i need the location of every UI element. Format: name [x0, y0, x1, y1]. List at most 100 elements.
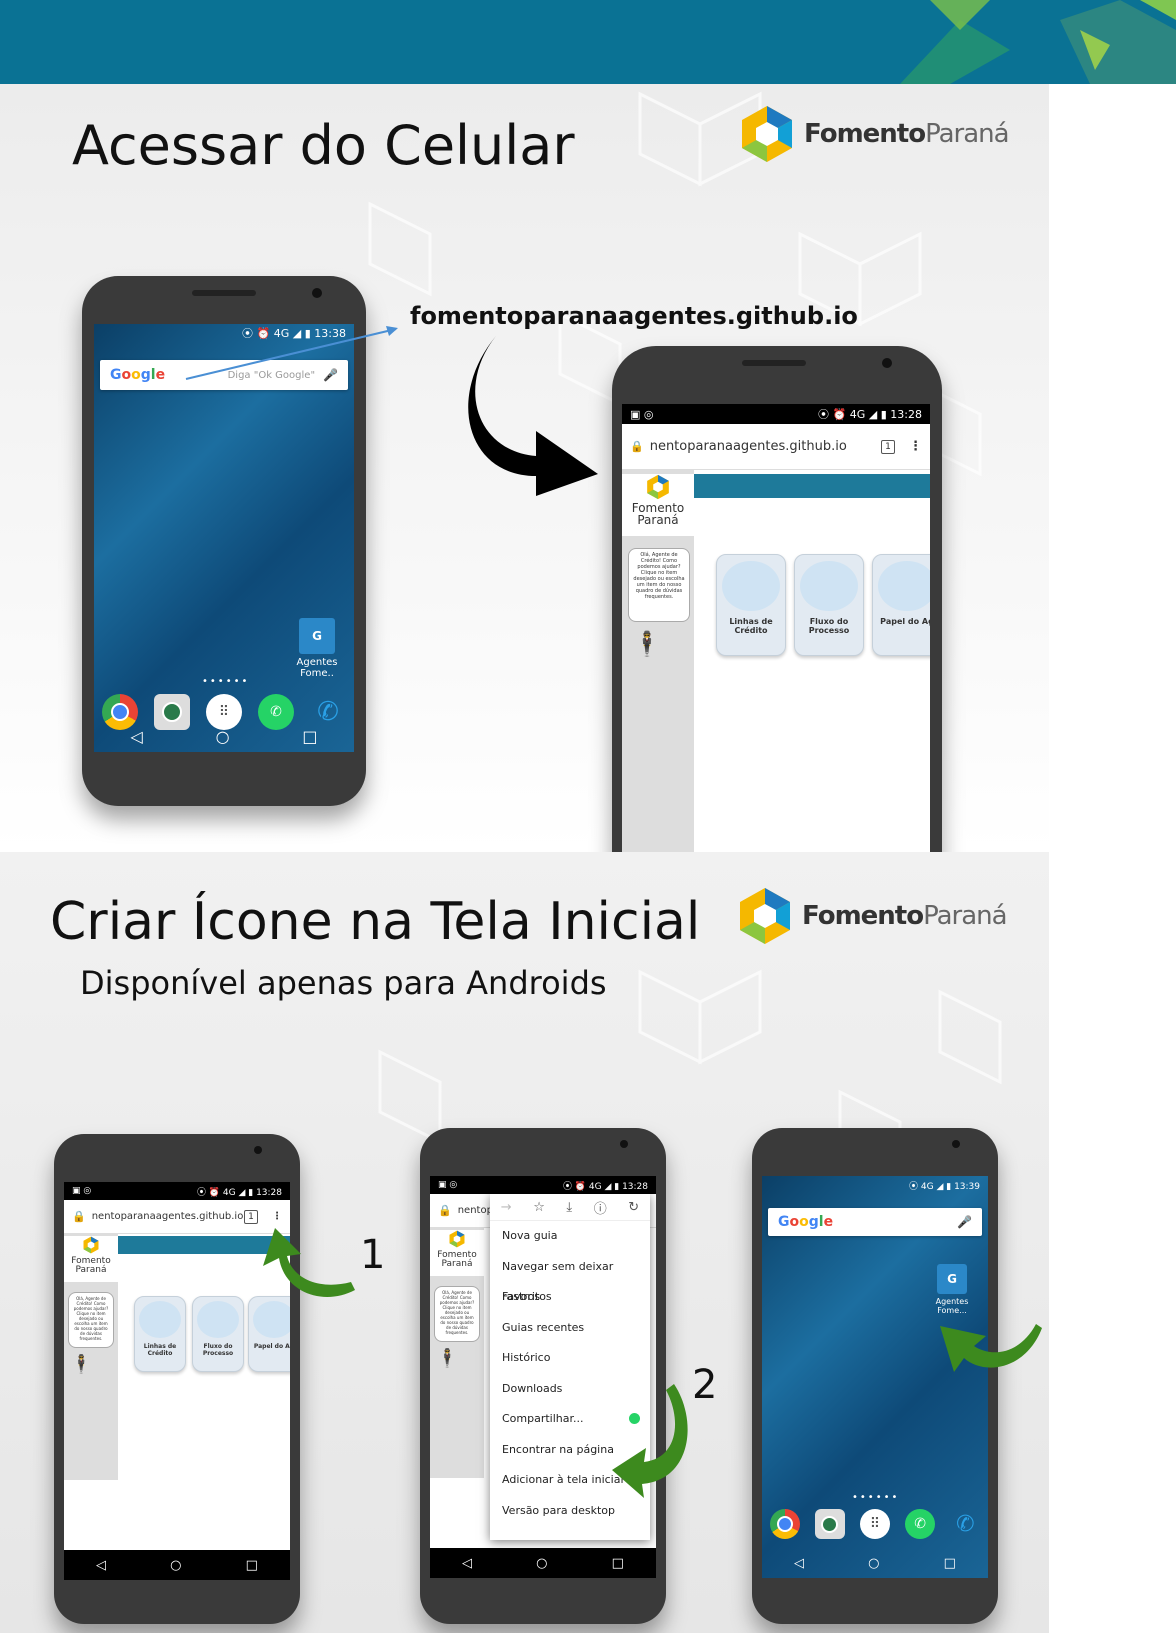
- status-icons: ⦿ ⏰ 4G ◢ ▮ 13:38: [242, 327, 346, 340]
- card-fluxo-do-processo[interactable]: Fluxo do Processo: [192, 1296, 244, 1372]
- menu-icon-row: → ☆ ⤓ ⓘ ↻: [490, 1194, 650, 1221]
- card-papel-do-agente[interactable]: Papel do Ag: [872, 554, 930, 656]
- notification-icons: ▣ ◎: [438, 1180, 458, 1190]
- menu-kebab-icon[interactable]: ⋮: [909, 439, 922, 454]
- info-icon[interactable]: ⓘ: [594, 1198, 607, 1217]
- menu-kebab-icon[interactable]: ⋮: [272, 1211, 282, 1222]
- notification-icons: ▣ ◎: [72, 1186, 92, 1196]
- slide-subtitle: Disponível apenas para Androids: [80, 964, 607, 1002]
- front-camera: [312, 288, 322, 298]
- home-icon[interactable]: ○: [216, 727, 230, 746]
- back-icon[interactable]: ◁: [96, 1558, 106, 1573]
- notification-icons: ▣ ◎: [630, 407, 654, 421]
- phone-browser-menu: ▣ ◎ ⦿ ⏰ 4G ◢ ▮ 13:28 🔒 nentopa Fomento Pa…: [420, 1128, 666, 1624]
- whatsapp-icon[interactable]: ✆: [905, 1509, 936, 1539]
- recents-icon[interactable]: □: [302, 727, 317, 746]
- logo-text: FomentoParaná: [804, 119, 1010, 149]
- hexagon-logo-icon: [647, 474, 669, 500]
- document-icon: [800, 561, 858, 611]
- speaker-grille: [192, 290, 256, 296]
- front-camera: [882, 358, 892, 368]
- logo-text: FomentoParaná: [802, 901, 1008, 931]
- app-label: Agentes Fome..: [296, 657, 338, 679]
- status-bar: ▣ ◎ ⦿ ⏰ 4G ◢ ▮ 13:28: [430, 1176, 656, 1194]
- bookmark-star-icon[interactable]: ☆: [533, 1200, 545, 1215]
- menu-item-desktop-version[interactable]: Versão para desktop: [490, 1496, 650, 1527]
- back-icon[interactable]: ◁: [130, 727, 142, 746]
- money-icon: [722, 561, 780, 611]
- phone-icon[interactable]: ✆: [950, 1509, 980, 1539]
- forward-icon[interactable]: →: [501, 1200, 512, 1215]
- recents-icon[interactable]: □: [612, 1556, 624, 1571]
- microphone-icon[interactable]: 🎤: [323, 368, 338, 382]
- browser-screen: ▣ ◎ ⦿ ⏰ 4G ◢ ▮ 13:28 🔒 nentoparanaagente…: [622, 404, 930, 852]
- address-bar[interactable]: 🔒 nentoparanaagentes.github.io 1 ⋮: [622, 424, 930, 470]
- fomento-logo: FomentoParaná: [736, 886, 1008, 946]
- app-shortcut-agentes[interactable]: G Agentes Fome...: [922, 1264, 982, 1315]
- card-fluxo-do-processo[interactable]: Fluxo do Processo: [794, 554, 864, 656]
- step-number-2: 2: [692, 1362, 718, 1408]
- menu-item-nova-guia[interactable]: Nova guia: [490, 1221, 650, 1252]
- site-logo: Fomento Paraná: [430, 1230, 484, 1276]
- green-arrow-step3-icon: [940, 1324, 1042, 1372]
- lock-icon: 🔒: [630, 440, 644, 453]
- home-icon[interactable]: ○: [868, 1556, 879, 1571]
- page-indicator: ••••••: [852, 1492, 900, 1503]
- help-bubble: Olá, Agente de Crédito! Como podemos aju…: [68, 1292, 114, 1348]
- menu-item-historico[interactable]: Histórico: [490, 1343, 650, 1374]
- url-text: nentoparanaagentes.github.io: [91, 1211, 244, 1222]
- navigation-bar: ◁ ○ □: [430, 1548, 656, 1578]
- status-bar: ⦿ 4G ◢ ▮ 13:39: [762, 1176, 988, 1194]
- home-screen: ⦿ ⏰ 4G ◢ ▮ 13:38 Google Diga "Ok Google"…: [94, 324, 354, 752]
- tab-switcher-button[interactable]: 1: [244, 1209, 258, 1224]
- navigation-bar: ◁ ○ □: [64, 1550, 290, 1580]
- assistant-figure: 🕴: [436, 1348, 459, 1369]
- geometric-decoration: [900, 0, 1176, 84]
- curved-arrow-icon: [468, 336, 598, 496]
- microphone-icon[interactable]: 🎤: [957, 1215, 972, 1229]
- lock-icon: 🔒: [438, 1204, 452, 1217]
- home-icon[interactable]: ○: [536, 1556, 547, 1571]
- camera-icon[interactable]: [814, 1509, 845, 1539]
- front-camera: [620, 1140, 628, 1148]
- status-icons: ⦿ 4G ◢ ▮ 13:39: [909, 1181, 980, 1192]
- card-linhas-de-credito[interactable]: Linhas de Crédito: [134, 1296, 186, 1372]
- status-icons: ⦿ ⏰ 4G ◢ ▮ 13:28: [196, 1187, 282, 1198]
- step-number-1: 1: [360, 1232, 386, 1278]
- back-icon[interactable]: ◁: [794, 1556, 804, 1571]
- download-icon[interactable]: ⤓: [566, 1200, 572, 1215]
- reload-icon[interactable]: ↻: [628, 1200, 639, 1215]
- hexagon-logo-icon: [740, 888, 790, 944]
- hexagon-logo-icon: [83, 1236, 99, 1254]
- green-arrow-step1-icon: [263, 1228, 355, 1297]
- status-bar: ▣ ◎ ⦿ ⏰ 4G ◢ ▮ 13:28: [64, 1182, 290, 1200]
- hexagon-logo-icon: [449, 1230, 465, 1248]
- status-icons: ⦿ ⏰ 4G ◢ ▮ 13:28: [562, 1181, 648, 1192]
- menu-item-guias-recentes[interactable]: Guias recentes: [490, 1313, 650, 1344]
- search-placeholder: Diga "Ok Google": [227, 369, 316, 381]
- navigation-bar: ◁ ○ □: [94, 720, 354, 752]
- header-banner: [0, 0, 1176, 84]
- status-bar: ⦿ ⏰ 4G ◢ ▮ 13:38: [94, 324, 354, 342]
- assistant-figure: 🕴: [70, 1354, 93, 1375]
- app-drawer-icon[interactable]: ⠿: [859, 1509, 890, 1539]
- home-icon[interactable]: ○: [170, 1558, 181, 1573]
- google-search-bar[interactable]: Google 🎤: [768, 1208, 982, 1236]
- card-linhas-de-credito[interactable]: Linhas de Crédito: [716, 554, 786, 656]
- slide-create-home-icon: Criar Ícone na Tela Inicial Disponível a…: [0, 852, 1049, 1633]
- site-header-bar: [694, 474, 930, 498]
- front-camera: [254, 1146, 262, 1154]
- app-shortcut-agentes[interactable]: G Agentes Fome..: [286, 618, 348, 679]
- recents-icon[interactable]: □: [944, 1556, 956, 1571]
- chrome-icon[interactable]: [769, 1509, 800, 1539]
- tab-switcher-button[interactable]: 1: [881, 439, 895, 454]
- menu-item-favoritos[interactable]: Favoritos: [490, 1282, 650, 1313]
- google-search-bar[interactable]: Google Diga "Ok Google" 🎤: [100, 360, 348, 390]
- app-dock: ⠿ ✆ ✆: [762, 1504, 988, 1544]
- recents-icon[interactable]: □: [246, 1558, 258, 1573]
- menu-item-incognito[interactable]: Navegar sem deixar rastros: [490, 1252, 650, 1304]
- help-bubble: Olá, Agente de Crédito! Como podemos aju…: [434, 1286, 480, 1342]
- lock-icon: 🔒: [72, 1210, 86, 1223]
- back-icon[interactable]: ◁: [462, 1556, 472, 1571]
- speaker-grille: [742, 360, 806, 366]
